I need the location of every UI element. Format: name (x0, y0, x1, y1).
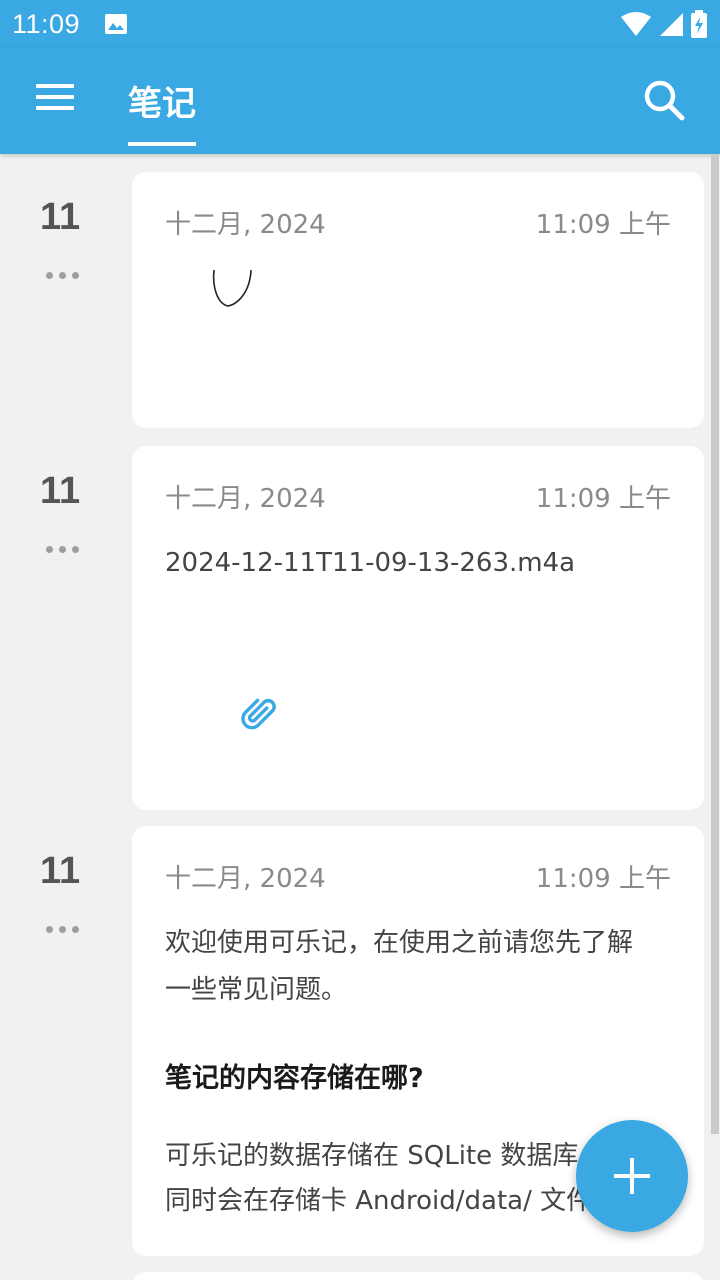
tab-indicator (128, 142, 196, 146)
app-bar: 笔记 (0, 48, 720, 154)
note-date: 十二月, 2024 (165, 210, 326, 240)
note-date: 十二月, 2024 (165, 864, 326, 894)
note-card[interactable]: 十二月, 2024 11:09 上午 (132, 172, 704, 428)
scrollbar[interactable] (711, 154, 719, 1134)
note-day: 11 (40, 850, 81, 892)
paperclip-icon[interactable] (238, 692, 280, 734)
note-intro-line: 一些常见问题。 (165, 975, 348, 1005)
more-icon[interactable] (46, 926, 82, 936)
note-body-line: 同时会在存储卡 Android/data/ 文件 (165, 1186, 593, 1216)
attachment-filename: 2024-12-11T11-09-13-263.m4a (165, 548, 576, 578)
drawing-thumbnail (212, 269, 252, 307)
note-time: 11:09 上午 (535, 484, 671, 514)
signal-icon (660, 13, 683, 36)
note-day: 11 (40, 470, 81, 512)
status-bar: 11:09 (0, 0, 720, 48)
battery-icon (691, 10, 707, 38)
note-date: 十二月, 2024 (165, 484, 326, 514)
note-card[interactable] (132, 1272, 704, 1280)
note-time: 11:09 上午 (535, 210, 671, 240)
menu-icon[interactable] (36, 84, 76, 114)
note-body-line: 可乐记的数据存储在 SQLite 数据库 (165, 1141, 579, 1171)
note-intro-line: 欢迎使用可乐记，在使用之前请您先了解 (165, 928, 634, 958)
wifi-icon (621, 12, 651, 36)
note-time: 11:09 上午 (535, 864, 671, 894)
note-heading: 笔记的内容存储在哪? (165, 1063, 424, 1094)
more-icon[interactable] (46, 546, 82, 556)
status-time: 11:09 (12, 8, 81, 39)
image-icon (105, 14, 128, 34)
add-note-button[interactable] (576, 1120, 688, 1232)
search-icon[interactable] (642, 78, 686, 122)
page-title[interactable]: 笔记 (128, 76, 196, 125)
more-icon[interactable] (46, 272, 82, 282)
note-card[interactable]: 十二月, 2024 11:09 上午 2024-12-11T11-09-13-2… (132, 446, 704, 810)
note-day: 11 (40, 196, 81, 238)
